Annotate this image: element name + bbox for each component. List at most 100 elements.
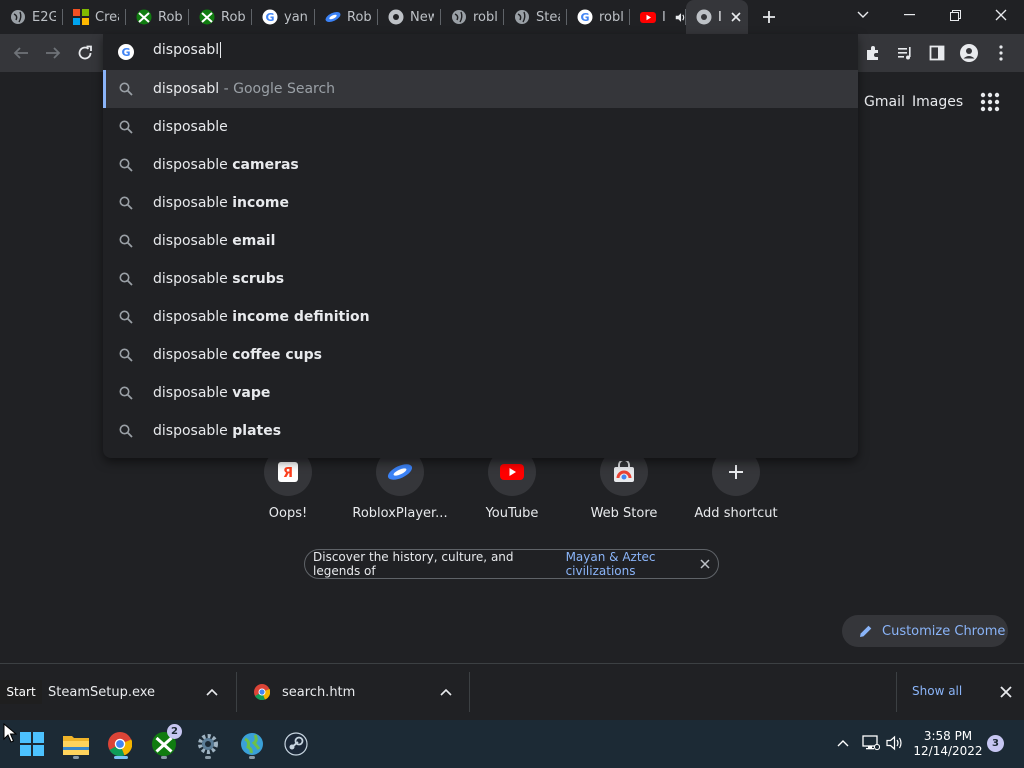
tab-label: Crea [95, 9, 119, 25]
tab-0[interactable]: E2G [0, 0, 63, 34]
new-tab-button[interactable] [754, 2, 784, 32]
suggestion-item[interactable]: disposable [103, 108, 858, 146]
suggestion-item[interactable]: disposabl - Google Search [103, 70, 858, 108]
suggestion-item[interactable]: disposable email [103, 222, 858, 260]
notification-center-badge[interactable]: 3 [987, 735, 1004, 752]
file-explorer-button[interactable] [60, 728, 92, 760]
search-icon [119, 386, 133, 400]
running-indicator [205, 756, 211, 759]
tab-5[interactable]: Rob [315, 0, 378, 34]
search-icon [119, 158, 133, 172]
tab-label: E2G [32, 9, 56, 25]
suggestion-item[interactable]: disposable vape [103, 374, 858, 412]
shortcut-youtube[interactable]: YouTube [456, 448, 568, 544]
media-controls-button[interactable] [890, 38, 920, 68]
shortcut-label: Add shortcut [694, 506, 778, 521]
network-button[interactable] [860, 732, 882, 754]
tab-2[interactable]: Rob [126, 0, 189, 34]
tab-label: I [718, 9, 722, 25]
customize-chrome-button[interactable]: Customize Chrome [842, 615, 1008, 647]
clock[interactable]: 3:58 PM 12/14/2022 [912, 729, 984, 759]
profile-button[interactable] [954, 38, 984, 68]
suggestion-item[interactable]: disposable income [103, 184, 858, 222]
promo-link[interactable]: Mayan & Aztec civilizations [566, 550, 718, 578]
close-icon[interactable] [698, 557, 712, 571]
chevron-up-icon[interactable] [440, 688, 452, 696]
tab-9[interactable]: G robl [567, 0, 630, 34]
shortcut-robloxplayer[interactable]: RobloxPlayer... [344, 448, 456, 544]
restore-button[interactable] [932, 0, 978, 30]
extensions-button[interactable] [858, 38, 888, 68]
youtube-icon [500, 464, 524, 480]
menu-button[interactable] [986, 38, 1016, 68]
suggestion-item[interactable]: disposable cameras [103, 146, 858, 184]
promo-text: Discover the history, culture, and legen… [313, 550, 514, 578]
tab-11-active[interactable]: I [686, 0, 748, 34]
divider [469, 672, 470, 712]
tab-6[interactable]: New [378, 0, 441, 34]
tab-8[interactable]: Stea [504, 0, 567, 34]
chrome-icon [388, 9, 404, 25]
speaker-icon [886, 735, 902, 751]
apps-grid-icon[interactable] [978, 90, 1002, 114]
download-filename: SteamSetup.exe [48, 684, 156, 700]
shortcut-label: RobloxPlayer... [352, 506, 448, 521]
side-panel-button[interactable] [922, 38, 952, 68]
show-hidden-icons-button[interactable] [832, 732, 854, 754]
forward-button[interactable] [38, 38, 68, 68]
start-button[interactable] [16, 728, 48, 760]
chrome-icon [108, 732, 132, 756]
images-link[interactable]: Images [912, 94, 963, 110]
close-icon[interactable] [999, 685, 1013, 699]
xbox-taskbar-button[interactable]: 2 [148, 724, 182, 760]
volume-button[interactable] [884, 732, 906, 754]
steam-taskbar-button[interactable] [280, 728, 312, 760]
plus-icon [763, 11, 775, 23]
omnibox[interactable]: G disposabl [103, 34, 858, 70]
tab-label: Rob [221, 9, 245, 25]
suggestion-text: disposable plates [153, 423, 282, 439]
tab-10[interactable]: I [630, 0, 686, 34]
download-item[interactable]: SteamSetup.exe [48, 664, 228, 720]
tab-1[interactable]: Crea [63, 0, 126, 34]
chevron-up-icon[interactable] [206, 688, 218, 696]
suggestion-item[interactable]: disposable income definition [103, 298, 858, 336]
side-panel-icon [929, 45, 945, 61]
minimize-button[interactable] [886, 0, 932, 30]
globe-taskbar-button[interactable] [236, 728, 268, 760]
mouse-pointer-icon [3, 723, 17, 743]
tab-4[interactable]: G yan [252, 0, 315, 34]
tab-7[interactable]: robl [441, 0, 504, 34]
suggestion-item[interactable]: disposable coffee cups [103, 336, 858, 374]
download-item[interactable]: search.htm [254, 664, 454, 720]
xbox-icon [136, 9, 152, 25]
tab-label: robl [473, 9, 497, 25]
chrome-taskbar-button[interactable] [104, 728, 136, 760]
gmail-link[interactable]: Gmail [864, 94, 905, 110]
settings-taskbar-button[interactable] [192, 728, 224, 760]
reload-button[interactable] [70, 38, 100, 68]
suggestion-item[interactable]: disposable plates [103, 412, 858, 450]
omnibox-input[interactable]: disposabl [153, 42, 222, 58]
close-window-button[interactable] [978, 0, 1024, 30]
tab-3[interactable]: Rob [189, 0, 252, 34]
suggestion-item[interactable]: disposable scrubs [103, 260, 858, 298]
suggestion-text: disposable cameras [153, 157, 299, 173]
folder-icon [63, 736, 89, 755]
shortcut-add[interactable]: Add shortcut [680, 448, 792, 544]
tab-search-button[interactable] [840, 0, 886, 30]
yandex-icon: Я [278, 462, 298, 482]
show-all-button[interactable]: Show all [912, 684, 962, 698]
running-indicator [249, 756, 255, 759]
globe-icon [452, 10, 466, 24]
back-button[interactable] [6, 38, 36, 68]
chrome-icon [254, 684, 270, 700]
close-icon[interactable] [728, 9, 744, 25]
start-tooltip: Start [0, 680, 42, 704]
shortcut-oops[interactable]: Я Oops! [232, 448, 344, 544]
speaker-icon[interactable] [674, 11, 686, 24]
shortcut-web-store[interactable]: Web Store [568, 448, 680, 544]
avatar-icon [960, 44, 978, 62]
pencil-icon [860, 625, 872, 637]
download-bar: SteamSetup.exe search.htm Start Show all [0, 663, 1024, 720]
